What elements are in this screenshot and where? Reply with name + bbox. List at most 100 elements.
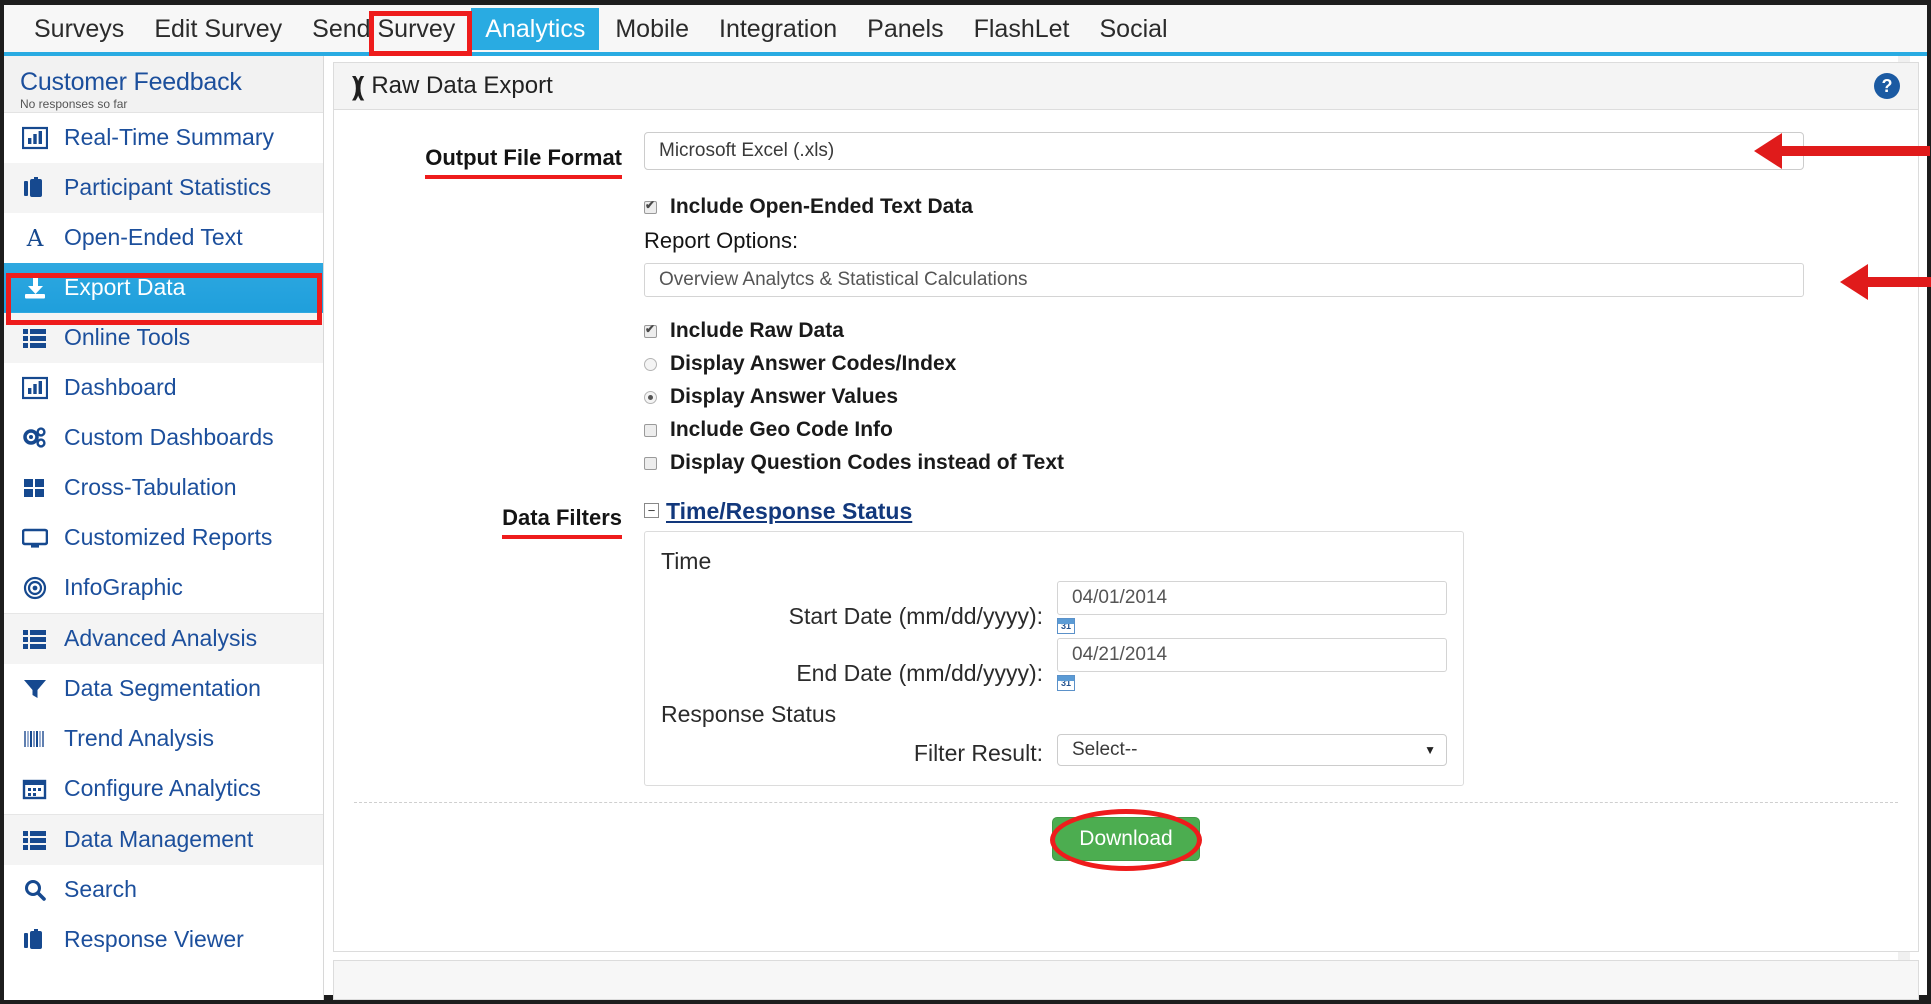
filter-result-row: Filter Result: Select-- ▼ xyxy=(661,734,1447,767)
calendar-picker-icon[interactable]: 31 xyxy=(1057,675,1075,691)
filter-result-control: Select-- ▼ xyxy=(1057,734,1447,766)
chevrons-icon: )( xyxy=(352,71,365,101)
tab-edit-survey[interactable]: Edit Survey xyxy=(140,8,296,50)
include-raw-data-checkbox[interactable] xyxy=(644,323,657,338)
sidebar-item-data-segmentation[interactable]: Data Segmentation xyxy=(4,664,323,714)
display-answer-codes-radio[interactable] xyxy=(644,357,657,371)
display-answer-values-radio[interactable] xyxy=(644,390,657,404)
response-status-heading: Response Status xyxy=(661,701,837,727)
sidebar-item-custom-dashboards[interactable]: Custom Dashboards xyxy=(4,413,323,463)
report-options-input[interactable]: Overview Analytcs & Statistical Calculat… xyxy=(644,263,1804,297)
report-options-label: Report Options: xyxy=(644,228,799,253)
sidebar-item-label: Real-Time Summary xyxy=(64,124,275,150)
funnel-icon xyxy=(22,677,54,701)
output-file-format-select[interactable]: Microsoft Excel (.xls) ▼ xyxy=(644,132,1804,170)
start-date-input[interactable]: 04/01/2014 xyxy=(1057,581,1447,615)
sidebar-item-label: Search xyxy=(64,876,137,902)
search-icon xyxy=(22,878,54,902)
sidebar-survey-title: Customer Feedback xyxy=(20,68,242,96)
briefcase-icon xyxy=(22,176,54,200)
display-question-codes-label: Display Question Codes instead of Text xyxy=(670,451,1065,474)
tab-social[interactable]: Social xyxy=(1085,8,1181,50)
output-format-row: Output File Format Microsoft Excel (.xls… xyxy=(334,110,1918,179)
end-date-value: 04/21/2014 xyxy=(1072,644,1168,665)
sidebar-item-cross-tabulation[interactable]: Cross-Tabulation xyxy=(4,463,323,513)
calendar-picker-icon[interactable]: 31 xyxy=(1057,618,1075,634)
analytics-sidebar: Customer Feedback No responses so far Re… xyxy=(4,56,324,1000)
display-question-codes-checkbox[interactable] xyxy=(644,456,657,470)
list-icon xyxy=(22,828,54,852)
sidebar-item-export-data[interactable]: Export Data xyxy=(4,263,323,313)
time-response-status-link[interactable]: Time/Response Status xyxy=(666,498,912,524)
include-raw-data-label: Include Raw Data xyxy=(670,319,844,342)
sidebar-item-label: Dashboard xyxy=(64,374,177,400)
sidebar-item-advanced-analysis[interactable]: Advanced Analysis xyxy=(4,614,323,664)
include-geo-code-option[interactable]: Include Geo Code Info xyxy=(644,418,1844,442)
include-open-ended-checkbox[interactable] xyxy=(644,199,657,214)
time-heading: Time xyxy=(661,548,712,574)
bars-icon xyxy=(22,727,54,751)
sidebar-item-participant-statistics[interactable]: Participant Statistics xyxy=(4,163,323,213)
tab-panels[interactable]: Panels xyxy=(853,8,957,50)
tab-surveys[interactable]: Surveys xyxy=(20,8,138,50)
sidebar-item-label: Online Tools xyxy=(64,324,191,350)
briefcase-icon xyxy=(22,928,54,952)
top-navigation-bar: Surveys Edit Survey Send Survey Analytic… xyxy=(4,5,1927,56)
calendar-icon xyxy=(22,777,54,801)
gears-icon xyxy=(22,426,54,450)
include-geo-code-label: Include Geo Code Info xyxy=(670,418,893,441)
sidebar-item-label: Advanced Analysis xyxy=(64,625,258,651)
download-area: Download xyxy=(334,803,1918,871)
report-options-col: Include Open-Ended Text Data Report Opti… xyxy=(644,195,1844,484)
sidebar-item-label: Response Viewer xyxy=(64,926,244,952)
start-date-label: Start Date (mm/dd/yyyy): xyxy=(788,603,1043,629)
display-answer-codes-label: Display Answer Codes/Index xyxy=(670,352,957,375)
panel-header: )( Raw Data Export ? xyxy=(334,63,1918,110)
sidebar-item-search[interactable]: Search xyxy=(4,865,323,915)
sidebar-item-customized-reports[interactable]: Customized Reports xyxy=(4,513,323,563)
list-icon xyxy=(22,326,54,350)
report-options-value: Overview Analytcs & Statistical Calculat… xyxy=(659,269,1028,290)
end-date-label: End Date (mm/dd/yyyy): xyxy=(796,660,1043,686)
sidebar-item-real-time-summary[interactable]: Real-Time Summary xyxy=(4,113,323,163)
collapse-toggle-icon[interactable]: − xyxy=(644,503,659,518)
display-answer-codes-option[interactable]: Display Answer Codes/Index xyxy=(644,352,1844,376)
filter-result-select[interactable]: Select-- ▼ xyxy=(1057,734,1447,766)
data-filters-annotation: Data Filters xyxy=(502,506,622,539)
sidebar-item-label: Trend Analysis xyxy=(64,725,214,751)
sidebar-item-open-ended-text[interactable]: A Open-Ended Text xyxy=(4,213,323,263)
tab-flashlet[interactable]: FlashLet xyxy=(960,8,1084,50)
sidebar-item-trend-analysis[interactable]: Trend Analysis xyxy=(4,714,323,764)
start-date-value: 04/01/2014 xyxy=(1072,587,1168,608)
display-question-codes-option[interactable]: Display Question Codes instead of Text xyxy=(644,451,1844,475)
raw-data-export-panel: )( Raw Data Export ? Output File Format … xyxy=(333,62,1919,952)
sidebar-survey-header: Customer Feedback No responses so far xyxy=(4,56,323,113)
help-icon[interactable]: ? xyxy=(1874,73,1900,99)
sidebar-item-infographic[interactable]: InfoGraphic xyxy=(4,563,323,613)
sidebar-item-label: InfoGraphic xyxy=(64,574,183,600)
start-date-control: 04/01/2014 31 xyxy=(1057,581,1447,634)
download-button[interactable]: Download xyxy=(1052,817,1200,861)
sidebar-item-configure-analytics[interactable]: Configure Analytics xyxy=(4,764,323,814)
sidebar-item-online-tools[interactable]: Online Tools xyxy=(4,313,323,363)
sidebar-item-label: Participant Statistics xyxy=(64,174,272,200)
tab-send-survey[interactable]: Send Survey xyxy=(298,8,469,50)
display-answer-values-option[interactable]: Display Answer Values xyxy=(644,385,1844,409)
sidebar-item-data-management[interactable]: Data Management xyxy=(4,815,323,865)
tab-integration[interactable]: Integration xyxy=(705,8,851,50)
end-date-input[interactable]: 04/21/2014 xyxy=(1057,638,1447,672)
tab-analytics[interactable]: Analytics xyxy=(471,7,600,50)
spacer-col xyxy=(334,195,644,209)
sidebar-item-label: Open-Ended Text xyxy=(64,224,243,250)
include-geo-code-checkbox[interactable] xyxy=(644,423,657,437)
bar-chart-icon xyxy=(22,126,54,150)
include-open-ended-text-option[interactable]: Include Open-Ended Text Data xyxy=(644,195,1844,219)
sidebar-item-dashboard[interactable]: Dashboard xyxy=(4,363,323,413)
tab-mobile[interactable]: Mobile xyxy=(601,8,703,50)
include-raw-data-option[interactable]: Include Raw Data xyxy=(644,319,1844,343)
sidebar-survey-subtitle: No responses so far xyxy=(20,97,128,111)
sidebar-item-response-viewer[interactable]: Response Viewer xyxy=(4,915,323,965)
data-filters-row: Data Filters − Time/Response Status Time … xyxy=(334,484,1918,786)
end-date-control: 04/21/2014 31 xyxy=(1057,638,1447,691)
bottom-panel xyxy=(333,960,1919,1000)
